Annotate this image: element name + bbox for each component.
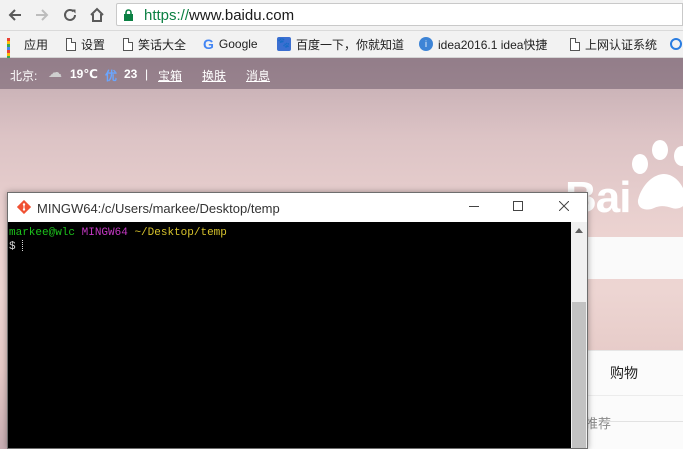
treasure-box-link[interactable]: 宝箱 (158, 67, 182, 84)
reload-icon (64, 8, 76, 21)
reload-button[interactable] (59, 5, 81, 25)
bookmark-label: 设置 (81, 37, 106, 52)
baidu-paw-logo-icon (632, 140, 683, 210)
divider (607, 421, 683, 422)
git-bash-icon (17, 200, 31, 214)
browser-toolbar: https://www.baidu.com (0, 0, 683, 31)
scrollbar-thumb[interactable] (572, 302, 586, 448)
close-button[interactable] (552, 196, 576, 216)
air-quality-value: 23 (124, 67, 138, 81)
content-nav-panel: 购物 推荐 (585, 350, 683, 449)
divider (585, 395, 683, 396)
weather-temperature: 19℃ (70, 67, 98, 81)
recommend-label: 推荐 (585, 416, 612, 431)
input-line[interactable]: $ (8, 240, 571, 254)
bookmark-label: 上网认证系统 (585, 37, 658, 52)
bookmark-apps[interactable]: 应用 (7, 31, 49, 65)
forward-button[interactable] (31, 5, 53, 25)
home-icon (90, 7, 104, 22)
maximize-icon (513, 201, 523, 211)
bookmark-idea[interactable]: i idea2016.1 idea快捷 (419, 31, 554, 57)
messages-link[interactable]: 消息 (246, 67, 270, 84)
minimize-button[interactable] (462, 196, 486, 216)
vertical-scrollbar[interactable] (571, 222, 587, 448)
bookmark-baidu[interactable]: 🐾 百度一下，你就知道 (277, 31, 404, 57)
url-host: www.baidu.com (189, 7, 295, 24)
home-button[interactable] (86, 5, 108, 25)
bookmark-google[interactable]: G Google (203, 31, 258, 57)
change-skin-link[interactable]: 换肤 (202, 67, 226, 84)
bookmark-label: Google (218, 37, 258, 51)
terminal-window[interactable]: MINGW64:/c/Users/markee/Desktop/temp mar… (7, 192, 588, 449)
idea-icon: i (419, 37, 433, 51)
air-quality-icon: 优 (105, 69, 118, 83)
apps-icon (7, 38, 19, 65)
cloud-weather-icon: ☁ (48, 64, 62, 80)
google-icon: G (203, 36, 214, 52)
scroll-up-button[interactable] (571, 222, 587, 238)
weather-city: 北京: (10, 69, 38, 83)
bookmark-label: 百度一下，你就知道 (296, 37, 405, 52)
bookmark-label: idea2016.1 idea快捷 (438, 37, 548, 52)
bookmark-label: 笑话大全 (138, 37, 187, 52)
url-scheme: https:// (144, 7, 190, 24)
prompt-user: markee@wlc (9, 227, 76, 239)
chevron-up-icon (575, 227, 583, 233)
globe-icon (670, 38, 682, 50)
text-cursor (21, 240, 24, 251)
address-bar[interactable]: https://www.baidu.com (116, 3, 683, 26)
forward-arrow-icon (36, 9, 49, 21)
tab-shopping[interactable]: 购物 (610, 363, 638, 383)
bookmark-settings[interactable]: 设置 (66, 31, 105, 57)
bookmarks-bar: 应用 设置 笑话大全 G Google 🐾 百度一下，你就知道 i idea20… (0, 31, 683, 65)
url-text: https://www.baidu.com (144, 7, 294, 24)
search-box-edge[interactable] (585, 237, 683, 279)
page-icon (123, 37, 133, 51)
prompt-line: markee@wlc MINGW64 ~/Desktop/temp (8, 227, 571, 240)
page-icon (66, 37, 76, 51)
terminal-output[interactable]: markee@wlc MINGW64 ~/Desktop/temp $ (8, 222, 571, 448)
prompt-system: MINGW64 (81, 227, 128, 239)
terminal-title-bar[interactable]: MINGW64:/c/Users/markee/Desktop/temp (8, 193, 587, 222)
minimize-icon (469, 206, 479, 207)
lock-icon (124, 9, 133, 21)
prompt-path: ~/Desktop/temp (134, 227, 227, 239)
back-button[interactable] (4, 5, 26, 25)
prompt-symbol: $ (9, 241, 16, 253)
bookmark-label: 应用 (24, 37, 49, 52)
bar-separator: | (145, 67, 149, 81)
maximize-button[interactable] (506, 196, 530, 216)
bookmark-more[interactable] (670, 31, 683, 57)
bookmark-network-auth[interactable]: 上网认证系统 (570, 31, 657, 57)
back-arrow-icon (8, 9, 21, 21)
baidu-paw-icon: 🐾 (277, 37, 291, 51)
close-icon (559, 201, 569, 211)
bookmark-jokes[interactable]: 笑话大全 (123, 31, 186, 57)
baidu-top-bar: 北京: ☁ 19℃ 优 23 | 宝箱 换肤 消息 (0, 58, 683, 89)
terminal-title: MINGW64:/c/Users/markee/Desktop/temp (37, 201, 280, 216)
page-icon (570, 37, 580, 51)
